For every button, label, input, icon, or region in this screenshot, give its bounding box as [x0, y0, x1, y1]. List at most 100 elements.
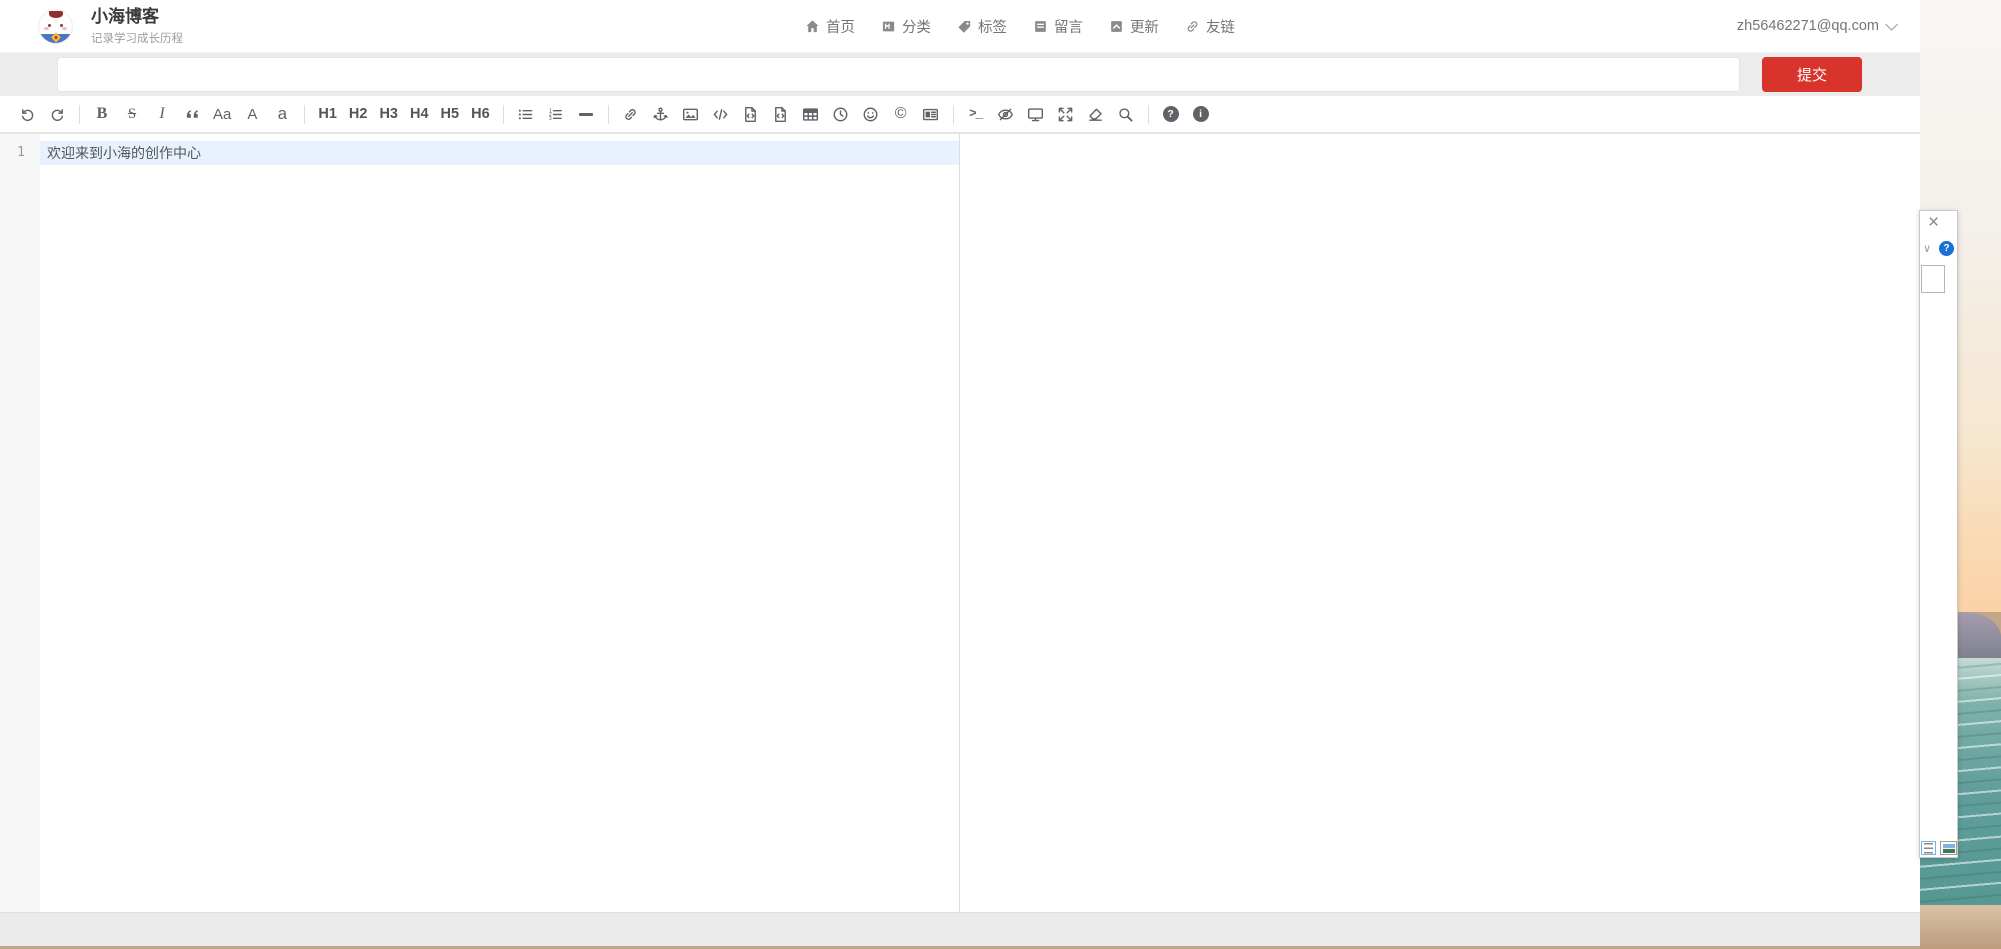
friend-links-icon — [1185, 19, 1200, 34]
user-email: zh56462271@qq.com — [1737, 18, 1879, 34]
submit-button[interactable]: 提交 — [1762, 57, 1862, 92]
anchor-button[interactable] — [646, 100, 676, 129]
background-sand — [1920, 905, 2001, 949]
image-view-toggle[interactable] — [1940, 841, 1957, 855]
clear-button[interactable] — [1081, 100, 1111, 129]
info-icon: i — [1193, 106, 1209, 122]
toolbar-separator — [79, 105, 80, 124]
avatar-hair — [49, 11, 63, 19]
list-ul-icon — [517, 106, 534, 123]
preview-button[interactable] — [1021, 100, 1051, 129]
nav-label: 更新 — [1130, 16, 1159, 37]
emoji-button[interactable] — [856, 100, 886, 129]
editor-code-area[interactable]: 欢迎来到小海的创作中心 — [40, 134, 959, 912]
editor-source-pane[interactable]: 1 欢迎来到小海的创作中心 — [0, 134, 959, 912]
ordered-list-button[interactable]: 123 — [541, 100, 571, 129]
floating-side-panel: × ∨ ? — [1919, 210, 1958, 858]
fullscreen-button[interactable] — [1051, 100, 1081, 129]
search-button[interactable] — [1111, 100, 1141, 129]
nav-item-tags[interactable]: 标签 — [957, 16, 1007, 37]
site-subtitle: 记录学习成长历程 — [91, 30, 183, 46]
chevron-down-icon[interactable]: ∨ — [1923, 242, 1931, 255]
side-panel-input[interactable] — [1921, 265, 1945, 293]
datetime-icon — [832, 106, 849, 123]
goto-line-button[interactable]: >_ — [961, 100, 991, 129]
list-ol-icon: 123 — [547, 106, 564, 123]
nav-item-updates[interactable]: 更新 — [1109, 16, 1159, 37]
nav-item-home[interactable]: 首页 — [805, 16, 855, 37]
markdown-editor: 1 欢迎来到小海的创作中心 — [0, 133, 1920, 912]
editor-active-line[interactable]: 欢迎来到小海的创作中心 — [40, 141, 959, 165]
italic-button[interactable]: I — [147, 100, 177, 129]
info-button[interactable]: i — [1186, 100, 1216, 129]
post-title-input[interactable] — [57, 57, 1740, 92]
svg-text:3: 3 — [549, 115, 552, 121]
home-icon — [805, 19, 820, 34]
code-block-button[interactable] — [766, 100, 796, 129]
h4-button[interactable]: H4 — [404, 100, 435, 129]
watch-toggle-button[interactable] — [991, 100, 1021, 129]
redo-button[interactable] — [42, 100, 72, 129]
help-badge[interactable]: ? — [1939, 241, 1954, 256]
category-icon — [881, 19, 896, 34]
toolbar-separator — [608, 105, 609, 124]
fullscreen-icon — [1057, 106, 1074, 123]
user-account-dropdown[interactable]: zh56462271@qq.com — [1737, 18, 1894, 34]
insert-image-button[interactable] — [676, 100, 706, 129]
message-icon — [1033, 19, 1048, 34]
toolbar-separator — [503, 105, 504, 124]
link-button[interactable] — [616, 100, 646, 129]
main-nav: 首页 分类 标签 留言 更新 友链 — [685, 16, 1235, 37]
undo-icon — [19, 106, 36, 123]
code-block-icon — [772, 106, 789, 123]
update-icon — [1109, 19, 1124, 34]
table-button[interactable] — [796, 100, 826, 129]
help-icon: ? — [1163, 106, 1179, 122]
image-icon — [682, 106, 699, 123]
redo-icon — [49, 106, 66, 123]
list-view-toggle[interactable] — [1921, 841, 1936, 855]
h1-button[interactable]: H1 — [312, 100, 343, 129]
link-icon — [622, 106, 639, 123]
horizontal-rule-button[interactable] — [571, 100, 601, 129]
nav-label: 首页 — [826, 16, 855, 37]
nav-item-category[interactable]: 分类 — [881, 16, 931, 37]
nav-item-friend-links[interactable]: 友链 — [1185, 16, 1235, 37]
html-entities-button[interactable]: © — [886, 100, 916, 129]
unordered-list-button[interactable] — [511, 100, 541, 129]
anchor-icon — [652, 106, 669, 123]
h3-button[interactable]: H3 — [373, 100, 404, 129]
toolbar-separator — [953, 105, 954, 124]
chevron-down-icon — [1885, 18, 1898, 31]
capitalize-button[interactable]: Aa — [207, 100, 237, 129]
nav-label: 留言 — [1054, 16, 1083, 37]
quote-button[interactable] — [177, 100, 207, 129]
undo-button[interactable] — [12, 100, 42, 129]
toolbar-separator — [1148, 105, 1149, 124]
quote-icon — [184, 106, 201, 123]
line-number-gutter: 1 — [0, 134, 40, 912]
markdown-toolbar: B S I Aa A a H1 H2 H3 H4 H5 H6 123 © >_ — [0, 96, 1920, 133]
preformatted-text-button[interactable] — [736, 100, 766, 129]
image-thumbnail-icon — [1943, 844, 1955, 853]
lowercase-button[interactable]: a — [267, 100, 297, 129]
pagebreak-icon — [922, 106, 939, 123]
page-content: 小海博客 记录学习成长历程 首页 分类 标签 留言 更新 — [0, 0, 1920, 946]
bold-button[interactable]: B — [87, 100, 117, 129]
pagebreak-button[interactable] — [916, 100, 946, 129]
h6-button[interactable]: H6 — [465, 100, 496, 129]
emoji-icon — [862, 106, 879, 123]
strikethrough-button[interactable]: S — [117, 100, 147, 129]
nav-item-messages[interactable]: 留言 — [1033, 16, 1083, 37]
h2-button[interactable]: H2 — [343, 100, 374, 129]
datetime-button[interactable] — [826, 100, 856, 129]
line-number: 1 — [0, 141, 40, 165]
page-footer — [0, 912, 1920, 946]
site-logo-avatar[interactable] — [38, 9, 73, 44]
table-icon — [802, 106, 819, 123]
inline-code-button[interactable] — [706, 100, 736, 129]
close-icon[interactable]: × — [1928, 213, 1939, 233]
help-button[interactable]: ? — [1156, 100, 1186, 129]
h5-button[interactable]: H5 — [435, 100, 466, 129]
uppercase-button[interactable]: A — [237, 100, 267, 129]
